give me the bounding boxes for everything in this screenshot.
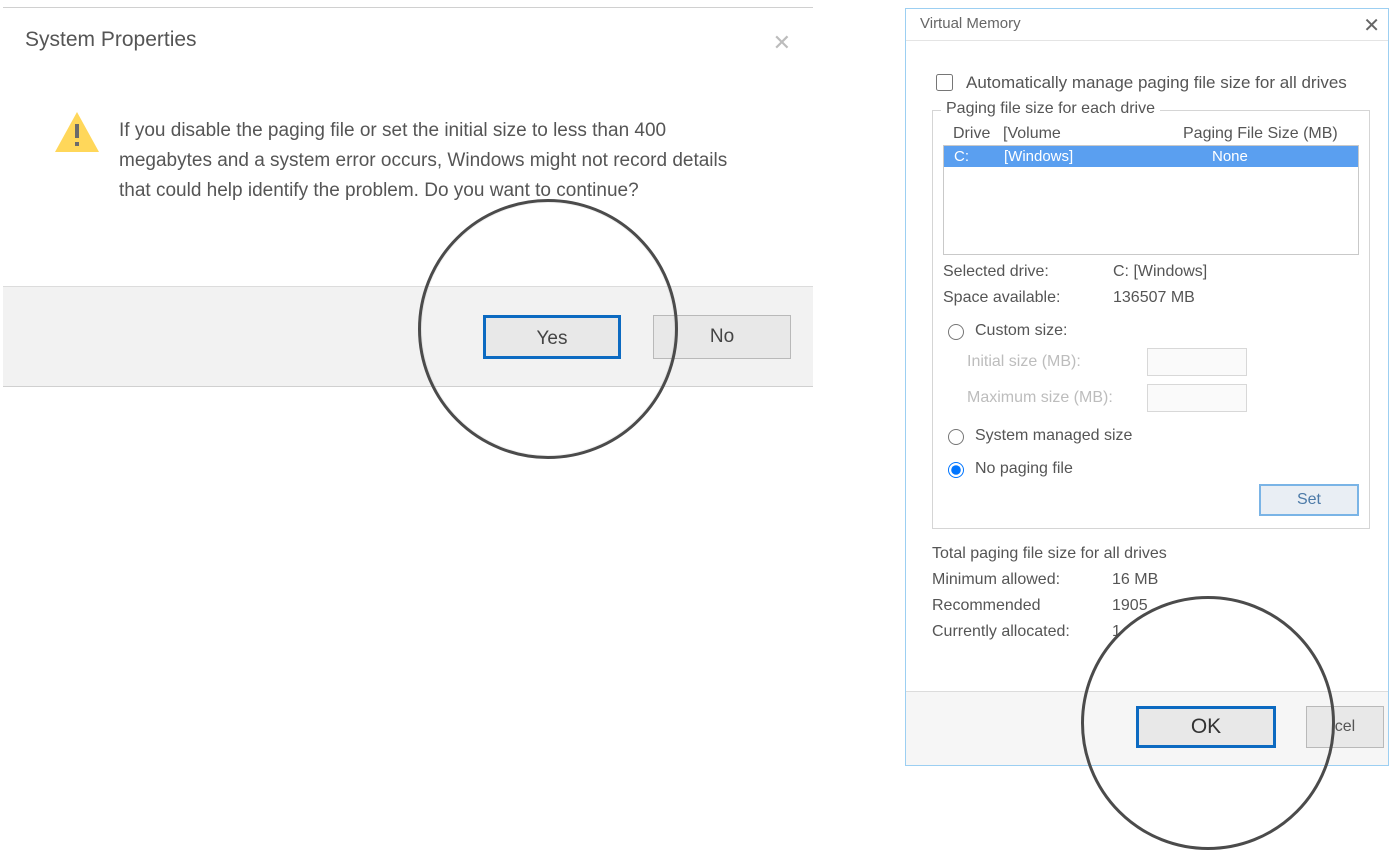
close-icon[interactable]: ✕ <box>1363 13 1380 38</box>
space-available-label: Space available: <box>943 289 1113 307</box>
warning-icon <box>53 108 101 206</box>
drive-letter: C: <box>954 148 1004 165</box>
space-available-value: 136507 MB <box>1113 289 1195 307</box>
group-legend: Paging file size for each drive <box>941 100 1160 118</box>
warning-message: If you disable the paging file or set th… <box>101 116 741 206</box>
header-size: Paging File Size (MB) <box>1183 125 1353 143</box>
header-volume: [Volume <box>1003 125 1183 143</box>
initial-size-input <box>1147 348 1247 376</box>
system-managed-label: System managed size <box>975 427 1132 445</box>
paging-size-group: Paging file size for each drive Drive [V… <box>932 110 1370 529</box>
ok-button[interactable]: OK <box>1136 706 1276 748</box>
header-drive: Drive <box>953 125 1003 143</box>
currently-allocated-value: 1 <box>1112 623 1121 641</box>
dialog-footer: Yes No <box>3 286 813 386</box>
system-properties-dialog: System Properties ✕ If you disable the p… <box>3 7 813 387</box>
dialog-title: System Properties <box>3 8 813 52</box>
maximum-size-input <box>1147 384 1247 412</box>
min-allowed-value: 16 MB <box>1112 571 1158 589</box>
set-button[interactable]: Set <box>1259 484 1359 516</box>
dialog-footer: OK cel <box>906 691 1388 765</box>
custom-size-radio[interactable]: Custom size: <box>943 321 1359 340</box>
selected-drive-label: Selected drive: <box>943 263 1113 281</box>
recommended-value: 1905 <box>1112 597 1148 615</box>
no-paging-file-radio[interactable]: No paging file <box>943 459 1359 478</box>
auto-manage-label: Automatically manage paging file size fo… <box>966 73 1347 93</box>
initial-size-label: Initial size (MB): <box>967 353 1147 371</box>
dialog-title: Virtual Memory <box>906 9 1388 41</box>
no-button[interactable]: No <box>653 315 791 359</box>
drive-list-header: Drive [Volume Paging File Size (MB) <box>953 125 1353 143</box>
no-paging-file-label: No paging file <box>975 460 1073 478</box>
totals-title: Total paging file size for all drives <box>932 545 1370 563</box>
cancel-button[interactable]: cel <box>1306 706 1384 748</box>
auto-manage-checkbox[interactable]: Automatically manage paging file size fo… <box>932 71 1370 94</box>
close-icon[interactable]: ✕ <box>773 30 791 56</box>
yes-button[interactable]: Yes <box>483 315 621 359</box>
auto-manage-input[interactable] <box>936 74 953 91</box>
drive-list[interactable]: C: [Windows] None <box>943 145 1359 255</box>
drive-volume: [Windows] <box>1004 148 1182 165</box>
drive-size: None <box>1182 148 1352 165</box>
custom-size-label: Custom size: <box>975 322 1067 340</box>
drive-row[interactable]: C: [Windows] None <box>944 146 1358 167</box>
min-allowed-label: Minimum allowed: <box>932 571 1112 589</box>
recommended-label: Recommended <box>932 597 1112 615</box>
virtual-memory-dialog: Virtual Memory ✕ Automatically manage pa… <box>905 8 1389 766</box>
selected-drive-value: C: [Windows] <box>1113 263 1207 281</box>
system-managed-radio[interactable]: System managed size <box>943 426 1359 445</box>
currently-allocated-label: Currently allocated: <box>932 623 1112 641</box>
maximum-size-label: Maximum size (MB): <box>967 389 1147 407</box>
